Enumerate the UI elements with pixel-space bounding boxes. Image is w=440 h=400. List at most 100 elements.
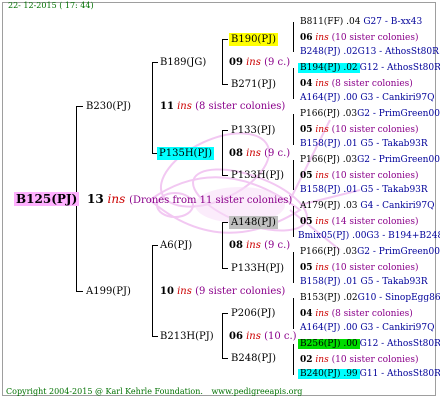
- g1-ins-number: 10: [160, 286, 174, 297]
- g3-queen-4[interactable]: A148(PJ): [229, 216, 278, 229]
- g4-note: (10 sister colonies): [331, 171, 419, 181]
- connector: [152, 62, 158, 63]
- g2-queen-2[interactable]: A6(PJ): [160, 239, 192, 252]
- connector: [293, 68, 294, 99]
- g2-ins-number: 08: [229, 148, 243, 159]
- connector: [222, 313, 228, 314]
- root-ins-label: ins: [107, 192, 126, 206]
- g4-top[interactable]: A179(PJ) .03: [300, 201, 358, 211]
- g4-bottom-3[interactable]: B158(PJ) .01 G5 - Takab93R: [300, 184, 428, 197]
- g3-queen-1[interactable]: B271(PJ): [231, 78, 276, 91]
- g4-ins-number: 04: [300, 309, 313, 319]
- connector: [293, 160, 294, 190]
- g4-top-grade: G4 - Cankiri97Q: [360, 201, 435, 211]
- g4-ins-6: 04 ins (8 sister colonies): [300, 308, 413, 321]
- g4-top[interactable]: B256(PJ) .00: [298, 339, 360, 349]
- g4-bottom-0[interactable]: B248(PJ) .02G13 - AthosSt80R: [300, 46, 439, 59]
- g4-ins-label: ins: [315, 171, 329, 181]
- g4-note: (14 sister colonies): [331, 217, 419, 227]
- g2-note: (9 c.): [264, 57, 291, 68]
- g1-connector-bottom: [152, 245, 153, 337]
- g2-note: (9 c.): [264, 240, 291, 251]
- connector: [222, 84, 228, 85]
- pedigree-page: 22- 12-2015 ( 17: 44) B125(PJ) 13 ins (D…: [0, 0, 440, 400]
- g3-queen-3[interactable]: P133H(PJ): [231, 169, 284, 182]
- g2-note: (9 c.): [264, 148, 291, 159]
- g4-top-3: P166(PJ) .03G2 - PrimGreen00: [300, 154, 440, 167]
- g1-ins-label: ins: [177, 101, 192, 112]
- g3-queen-0[interactable]: B190(PJ): [229, 33, 278, 46]
- connector: [222, 358, 228, 359]
- g4-ins-label: ins: [315, 33, 329, 43]
- g1-note: (9 sister colonies): [195, 286, 286, 297]
- g4-bottom-1[interactable]: A164(PJ) .00 G3 - Cankiri97Q: [300, 92, 434, 105]
- connector: [222, 313, 223, 359]
- g4-top[interactable]: P166(PJ) .03: [300, 247, 357, 257]
- footer: Copyright 2004-2015 @ Karl Kehrle Founda…: [6, 387, 302, 397]
- root-queen[interactable]: B125(PJ): [14, 192, 80, 206]
- connector: [76, 291, 83, 292]
- g3-queen-6[interactable]: P206(PJ): [231, 307, 275, 320]
- g4-top-grade: G12 - AthosSt80R: [359, 339, 440, 349]
- g4-top[interactable]: B153(PJ) .02: [300, 293, 358, 303]
- g4-bottom-6[interactable]: A164(PJ) .00 G3 - Cankiri97Q: [300, 322, 434, 335]
- connector: [76, 106, 83, 107]
- g1-ins-number: 11: [160, 101, 174, 112]
- g4-top[interactable]: P166(PJ) .03: [300, 109, 357, 119]
- connector: [222, 39, 223, 85]
- g4-ins-label: ins: [315, 217, 329, 227]
- connector: [293, 22, 294, 52]
- g4-ins-2: 05 ins (10 sister colonies): [300, 124, 419, 137]
- g4-ins-label: ins: [315, 355, 329, 365]
- g2-ins-number: 08: [229, 240, 243, 251]
- g4-bottom-7: B240(PJ) .99 G11 - AthosSt80R: [298, 368, 440, 381]
- root-ins-number: 13: [87, 192, 104, 206]
- g2-queen-1[interactable]: P135H(PJ): [157, 147, 215, 160]
- g4-bottom-5[interactable]: B158(PJ) .01 G5 - Takab93R: [300, 276, 428, 289]
- site-link[interactable]: www.pedigreeapis.org: [211, 387, 302, 396]
- g4-bottom-2[interactable]: B158(PJ) .01 G5 - Takab93R: [300, 138, 428, 151]
- g1-queen-1[interactable]: A199(PJ): [86, 285, 131, 298]
- g2-ins-row-2: 08 ins (9 c.): [229, 239, 290, 252]
- g4-top-grade: G2 - PrimGreen00: [357, 155, 440, 165]
- connector: [293, 206, 294, 237]
- g4-ins-number: 05: [300, 263, 313, 273]
- connector: [152, 245, 158, 246]
- connector: [293, 252, 294, 283]
- g3-queen-5[interactable]: P133H(PJ): [231, 262, 284, 275]
- g4-note: (8 sister colonies): [331, 79, 413, 89]
- g4-top[interactable]: P166(PJ) .03: [300, 155, 357, 165]
- g4-ins-0: 06 ins (10 sister colonies): [300, 32, 419, 45]
- g4-top-1: B194(PJ) .02 G12 - AthosSt80R: [298, 62, 440, 75]
- g1-queen-0[interactable]: B230(PJ): [86, 100, 131, 113]
- g4-top[interactable]: B194(PJ) .02: [298, 63, 360, 73]
- g1-note: (8 sister colonies): [195, 101, 286, 112]
- g4-bottom-4[interactable]: Bmix05(PJ) .00G3 - B194+B248+B: [298, 230, 440, 243]
- g2-ins-number: 09: [229, 57, 243, 68]
- g4-ins-number: 05: [300, 171, 313, 181]
- g4-top-5: P166(PJ) .03G2 - PrimGreen00: [300, 246, 440, 259]
- g4-top-6: B153(PJ) .02G10 - SinopEgg86R: [300, 292, 440, 305]
- g3-queen-7[interactable]: B248(PJ): [231, 352, 276, 365]
- connector: [222, 268, 228, 269]
- g3-queen-2[interactable]: P133(PJ): [231, 124, 275, 137]
- connector: [293, 344, 294, 375]
- g2-ins-label: ins: [246, 240, 261, 251]
- g4-top-7: B256(PJ) .00 G12 - AthosSt80R: [298, 338, 440, 351]
- g4-ins-7: 02 ins (10 sister colonies): [300, 354, 419, 367]
- connector: [293, 114, 294, 145]
- g4-bottom[interactable]: B240(PJ) .99: [298, 369, 360, 379]
- g2-note: (10 c.): [264, 331, 297, 342]
- g4-ins-number: 06: [300, 33, 313, 43]
- g4-bottom-grade: G11 - AthosSt80R: [359, 369, 440, 379]
- g4-top[interactable]: B811(FF) .04: [300, 17, 360, 27]
- g4-ins-5: 05 ins (10 sister colonies): [300, 262, 419, 275]
- g2-queen-3[interactable]: B213H(PJ): [160, 330, 214, 343]
- g1-ins-row-0: 11 ins (8 sister colonies): [160, 100, 285, 113]
- g4-ins-1: 04 ins (8 sister colonies): [300, 78, 413, 91]
- g1-ins-label: ins: [177, 286, 192, 297]
- connector: [222, 222, 228, 223]
- g2-ins-number: 06: [229, 331, 243, 342]
- g2-queen-0[interactable]: B189(JG): [160, 56, 206, 69]
- g4-ins-number: 05: [300, 125, 313, 135]
